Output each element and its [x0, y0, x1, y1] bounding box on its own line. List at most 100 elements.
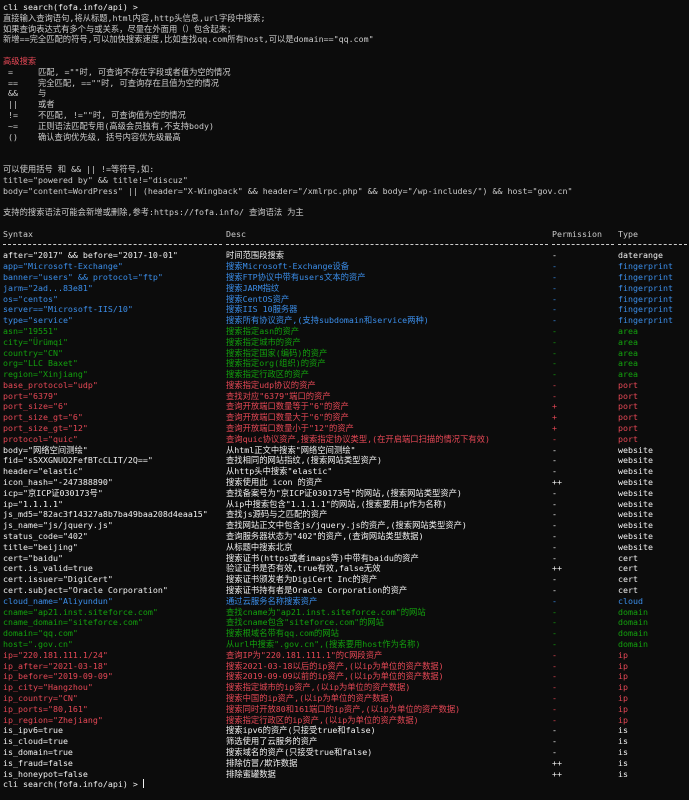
cell-desc: 搜索指定国家(编码)的资产	[226, 347, 328, 358]
table-row: country="CN" 搜索指定国家(编码)的资产 - area	[3, 348, 687, 359]
cell-permission: -	[552, 595, 557, 606]
cell-permission: +	[552, 423, 557, 434]
table-row: js_md5="82ac3f14327a8b7ba49baa208d4eaa15…	[3, 509, 687, 520]
cell-syntax: is_ipv6=true	[3, 725, 63, 736]
cell-desc: 搜索2019-09-09以前的ip资产,(以ip为单位的资产数据)	[226, 671, 444, 682]
cell-syntax: is_cloud=true	[3, 736, 68, 747]
cell-desc: 查询开放端口数量小于"12"的资产	[226, 423, 354, 434]
table-row: cert.issuer="DigiCert" 搜索证书颁发者为DigiCert I…	[3, 574, 687, 585]
terminal-window[interactable]: cli search(fofa.info/api) > 直接输入查询语句,将从标…	[3, 2, 687, 798]
cell-permission: -	[552, 466, 557, 477]
cell-type: ip	[618, 671, 628, 682]
table-row: ip="220.181.111.1/24" 查询IP为"220.181.111.1…	[3, 650, 687, 661]
cell-syntax: fid="sSXXGNUO2FefBTcCLIT/2Q=="	[3, 455, 153, 466]
cell-type: port	[618, 423, 638, 434]
cell-desc: 搜索根域名带有qq.com的网站	[226, 628, 339, 639]
cell-syntax: icp="京ICP证030173号"	[3, 487, 103, 498]
cell-type: ip	[618, 682, 628, 693]
cell-type: ip	[618, 703, 628, 714]
cell-type: ip	[618, 649, 628, 660]
table-row: is_fraud=false 排除仿冒/欺诈数据 ++ is	[3, 758, 687, 769]
table-row: ip_ports="80,161" 搜索同时开放80和161端口的ip资产,(以i…	[3, 704, 687, 715]
cell-syntax: domain="qq.com"	[3, 628, 78, 639]
cell-syntax: js_md5="82ac3f14327a8b7ba49baa208d4eaa15…	[3, 509, 208, 520]
cell-desc: 搜索指定行政区的ip资产,(以ip为单位的资产数据)	[226, 714, 419, 725]
cell-desc: 搜索证书持有者是Oracle Corporation的资产	[226, 585, 408, 596]
prompt-line-active[interactable]: cli search(fofa.info/api) >	[3, 779, 687, 790]
cell-type: website	[618, 541, 653, 552]
cell-type: port	[618, 433, 638, 444]
table-row: port_size_gt="12" 查询开放端口数量小于"12"的资产 + port	[3, 423, 687, 434]
cell-syntax: app="Microsoft-Exchange"	[3, 261, 123, 272]
cell-permission: -	[552, 358, 557, 369]
cell-syntax: server=="Microsoft-IIS/10"	[3, 304, 133, 315]
table-row: is_cloud=true 筛选使用了云服务的资产 - is	[3, 736, 687, 747]
cell-syntax: host=".gov.cn"	[3, 639, 73, 650]
cell-permission: +	[552, 412, 557, 423]
example-line: body="content=WordPress" || (header="X-W…	[3, 185, 573, 196]
cell-syntax: asn="19551"	[3, 325, 58, 336]
cell-desc: 搜索指定行政区的资产	[226, 369, 309, 380]
cell-desc: 查询IP为"220.181.111.1"的C网段资产	[226, 649, 383, 660]
header-permission: Permission	[552, 228, 602, 239]
cell-syntax: type="service"	[3, 315, 73, 326]
cell-desc: 搜索中国的ip资产,(以ip为单位的资产数据)	[226, 693, 394, 703]
cell-permission: -	[552, 531, 557, 542]
table-row: ip="1.1.1.1" 从ip中搜索包含"1.1.1.1"的网站,(搜索要用ip…	[3, 499, 687, 510]
cell-desc: 搜索指定org(组织)的资产	[226, 358, 326, 369]
cell-permission: -	[552, 552, 557, 563]
cell-syntax: status_code="402"	[3, 531, 88, 542]
cell-desc: 查询服务器状态为"402"的资产,(查询网站类型数据)	[226, 531, 424, 542]
table-row: os="centos" 搜索CentOS资产 - fingerprint	[3, 294, 687, 305]
cell-permission: -	[552, 541, 557, 552]
cell-type: cert	[618, 585, 638, 596]
cell-syntax: city="Ürümqi"	[3, 336, 68, 347]
table-row: ip_before="2019-09-09" 搜索2019-09-09以前的ip资…	[3, 671, 687, 682]
cell-permission: ++	[552, 563, 562, 574]
table-header-rule	[3, 240, 687, 251]
cell-type: fingerprint	[618, 282, 673, 293]
cell-type: ip	[618, 714, 628, 725]
cell-syntax: jarm="2ad...83e81"	[3, 282, 93, 293]
cell-permission: -	[552, 498, 557, 509]
cell-syntax: org="LLC Baxet"	[3, 358, 78, 369]
cell-type: domain	[618, 617, 648, 628]
cell-desc: 搜索Microsoft-Exchange设备	[226, 261, 350, 272]
cell-syntax: cert.is_valid=true	[3, 563, 93, 574]
cell-permission: +	[552, 401, 557, 412]
cell-syntax: cname_domain="siteforce.com"	[3, 617, 143, 628]
table-header: Syntax Desc Permission Type	[3, 229, 687, 240]
cell-desc: 搜索指定asn的资产	[226, 325, 300, 336]
table-row: js_name="js/jquery.js" 查找网站正文中包含js/jquery…	[3, 520, 687, 531]
cell-type: website	[618, 477, 653, 488]
cell-syntax: ip_country="CN"	[3, 693, 78, 703]
cell-desc: 搜索证书(https或者imaps等)中带有baidu的资产	[226, 552, 419, 563]
cell-permission: -	[552, 714, 557, 725]
cell-syntax: base_protocol="udp"	[3, 379, 98, 390]
operator-line: == 完全匹配, ==""时, 可查询存在且值为空的情况	[3, 77, 219, 88]
table-row: body="网络空间测绘" 从html正文中搜索"网络空间测绘" - website	[3, 445, 687, 456]
cell-desc: 搜索IIS 10服务器	[226, 304, 298, 315]
table-row: icon_hash="-247388890" 搜索使用此 icon 的资产 ++ we…	[3, 477, 687, 488]
cell-desc: 搜索CentOS资产	[226, 293, 290, 304]
cell-type: website	[618, 498, 653, 509]
table-row: header="elastic" 从http头中搜索"elastic" - websi…	[3, 466, 687, 477]
cell-permission: -	[552, 315, 557, 326]
table-row: is_honeypot=false 排除蜜罐数据 ++ is	[3, 769, 687, 780]
cell-type: fingerprint	[618, 271, 673, 282]
cell-permission: ++	[552, 757, 562, 768]
table-row: base_protocol="udp" 搜索指定udp协议的资产 - port	[3, 380, 687, 391]
cell-type: domain	[618, 606, 648, 617]
cell-permission: -	[552, 660, 557, 671]
table-row: fid="sSXXGNUO2FefBTcCLIT/2Q==" 查找相同的网站指纹,…	[3, 455, 687, 466]
table-row: port="6379" 查找对应"6379"端口的资产 - port	[3, 391, 687, 402]
cell-type: fingerprint	[618, 261, 673, 272]
cell-desc: 验证证书是否有效,true有效,false无效	[226, 563, 381, 574]
cell-syntax: cert.issuer="DigiCert"	[3, 574, 113, 585]
cell-desc: 查找js源码与之匹配的资产	[226, 509, 328, 520]
cell-desc: 排除仿冒/欺诈数据	[226, 757, 298, 768]
cell-desc: 筛选使用了云服务的资产	[226, 736, 318, 747]
cell-desc: 搜索指定城市的资产	[226, 336, 301, 347]
cell-syntax: port_size_gt="6"	[3, 412, 83, 423]
intro-line: 如果查询表达式有多个与或关系，尽量在外面用（）包含起来；	[3, 23, 236, 34]
